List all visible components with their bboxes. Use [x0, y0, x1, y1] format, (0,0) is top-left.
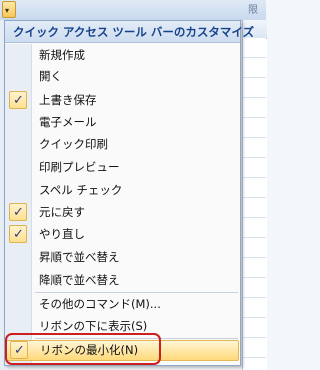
menu-item-more-commands[interactable]: その他のコマンド(M)...	[5, 294, 240, 315]
menu-item-label: リボンの下に表示(S)	[39, 319, 148, 333]
menu-item-sort-ascending[interactable]: 昇順で並べ替え	[5, 247, 240, 268]
menu-item-label: 新規作成	[39, 48, 85, 62]
highlight-annotation-outline	[5, 333, 161, 365]
checkmark-icon: ✓	[9, 203, 27, 221]
menu-item-open[interactable]: 開く	[5, 66, 240, 87]
menu-item-email[interactable]: 電子メール	[5, 112, 240, 133]
menu-separator	[35, 292, 238, 293]
menu-item-label: 昇順で並べ替え	[39, 250, 120, 264]
menu-item-label: やり直し	[39, 227, 85, 241]
menu-item-save[interactable]: ✓ 上書き保存	[5, 90, 240, 111]
menu-item-label: 降順で並べ替え	[39, 273, 120, 287]
spreadsheet-grid	[243, 38, 266, 368]
menu-item-label: 印刷プレビュー	[39, 160, 120, 174]
menu-item-label: クイック印刷	[39, 137, 108, 151]
menu-item-label: 上書き保存	[39, 93, 97, 107]
menu-item-print-preview[interactable]: 印刷プレビュー	[5, 157, 240, 178]
partial-cell-text: 限	[248, 5, 258, 16]
menu-item-label: 開く	[39, 69, 62, 83]
menu-item-label: 電子メール	[39, 115, 97, 129]
checkmark-icon: ✓	[9, 225, 27, 243]
menu-item-spell-check[interactable]: スペル チェック	[5, 180, 240, 201]
menu-item-label: スペル チェック	[39, 183, 123, 197]
menu-item-label: 元に戻す	[39, 205, 85, 219]
menu-item-new[interactable]: 新規作成	[5, 45, 240, 66]
chevron-down-icon: ▾	[5, 6, 10, 15]
menu-item-quick-print[interactable]: クイック印刷	[5, 134, 240, 155]
menu-item-redo[interactable]: ✓ やり直し	[5, 224, 240, 245]
ribbon-title-bar: ▾	[0, 0, 266, 21]
menu-item-label: その他のコマンド(M)...	[39, 297, 161, 311]
qat-customize-dropdown-button[interactable]: ▾	[2, 1, 16, 18]
checkmark-icon: ✓	[9, 91, 27, 109]
menu-item-sort-descending[interactable]: 降順で並べ替え	[5, 270, 240, 291]
qat-customize-menu: クイック アクセス ツール バーのカスタマイズ 新規作成 開く ✓ 上書き保存 …	[4, 20, 254, 366]
menu-item-undo[interactable]: ✓ 元に戻す	[5, 202, 240, 223]
menu-title: クイック アクセス ツール バーのカスタマイズ	[5, 21, 254, 43]
